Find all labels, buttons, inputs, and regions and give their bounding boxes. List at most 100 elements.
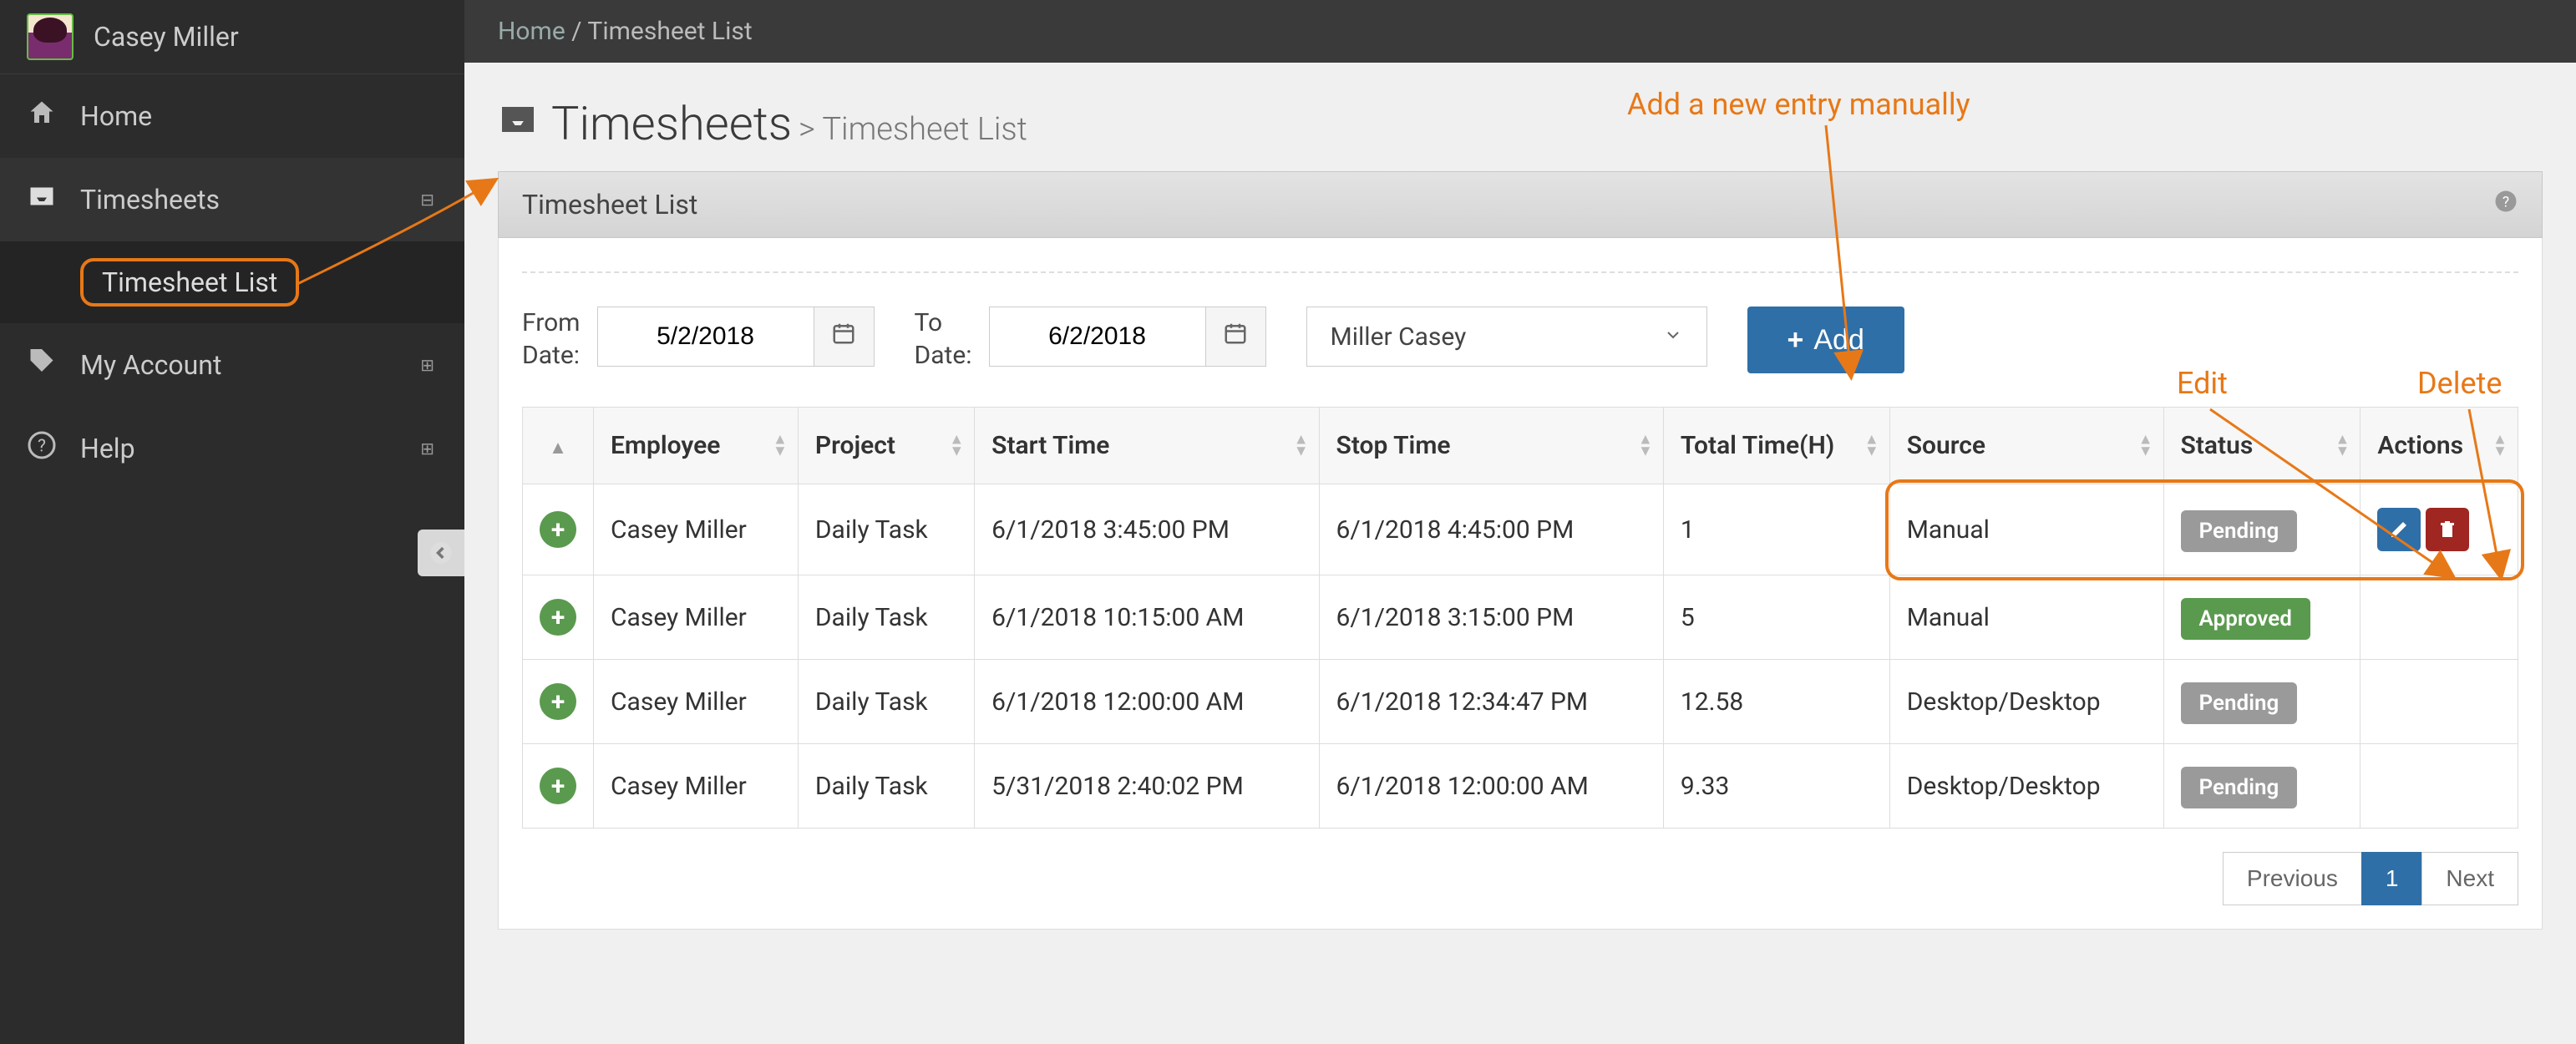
help-icon: ? <box>27 430 57 467</box>
sort-asc-icon: ▲ <box>549 438 567 459</box>
inbox-icon <box>498 96 538 151</box>
page-title-text: Timesheets <box>551 96 792 151</box>
home-icon <box>27 98 57 134</box>
status-badge: Pending <box>2181 682 2298 724</box>
cell-project: Daily Task <box>798 484 974 575</box>
column-header[interactable]: Source▲▼ <box>1889 408 2163 484</box>
panel-header: Timesheet List ? <box>498 171 2543 238</box>
cell-actions <box>2360 575 2518 660</box>
user-name: Casey Miller <box>94 21 239 53</box>
chevron-down-icon <box>1663 322 1683 352</box>
column-header[interactable]: Total Time(H)▲▼ <box>1663 408 1889 484</box>
cell-actions <box>2360 484 2518 575</box>
page-title: Timesheets > Timesheet List <box>464 63 2576 171</box>
sidebar-item-label: My Account <box>80 349 221 381</box>
expand-row-button[interactable]: + <box>540 683 576 720</box>
cell-employee: Casey Miller <box>594 660 799 744</box>
cell-total: 1 <box>1663 484 1889 575</box>
column-header[interactable]: Stop Time▲▼ <box>1319 408 1663 484</box>
table-row: +Casey MillerDaily Task6/1/2018 10:15:00… <box>523 575 2518 660</box>
cell-start: 6/1/2018 3:45:00 PM <box>975 484 1319 575</box>
pagination: Previous 1 Next <box>522 852 2518 905</box>
add-button[interactable]: + Add <box>1747 307 1904 373</box>
cell-source: Desktop/Desktop <box>1889 660 2163 744</box>
tag-icon <box>27 347 57 383</box>
pager-page-1[interactable]: 1 <box>2361 852 2423 905</box>
expand-icon: ⊞ <box>420 355 434 375</box>
cell-start: 5/31/2018 2:40:02 PM <box>975 744 1319 829</box>
sort-icon: ▲▼ <box>2138 433 2153 458</box>
from-date-picker-button[interactable] <box>814 307 875 367</box>
cell-status: Approved <box>2163 575 2360 660</box>
expand-row-button[interactable]: + <box>540 768 576 804</box>
sort-icon: ▲▼ <box>1864 433 1879 458</box>
sidebar-collapse-button[interactable] <box>418 530 464 576</box>
sidebar-item-home[interactable]: Home <box>0 74 464 158</box>
sort-icon: ▲▼ <box>949 433 964 458</box>
employee-select[interactable]: Miller Casey <box>1306 307 1707 367</box>
cell-source: Manual <box>1889 484 2163 575</box>
cell-total: 5 <box>1663 575 1889 660</box>
breadcrumb-home[interactable]: Home <box>498 17 565 46</box>
help-icon[interactable]: ? <box>2493 189 2518 220</box>
from-date-input[interactable] <box>597 307 814 367</box>
cell-project: Daily Task <box>798 744 974 829</box>
calendar-icon <box>1223 321 1248 352</box>
filter-controls: From Date: To Date: <box>522 307 2518 373</box>
cell-start: 6/1/2018 12:00:00 AM <box>975 660 1319 744</box>
sidebar-sub-timesheet-list[interactable]: Timesheet List <box>0 241 464 323</box>
status-badge: Pending <box>2181 510 2298 552</box>
sidebar-item-label: Home <box>80 100 152 132</box>
sort-icon: ▲▼ <box>2335 433 2350 458</box>
cell-total: 12.58 <box>1663 660 1889 744</box>
collapse-icon: ⊟ <box>420 190 434 210</box>
sort-icon: ▲▼ <box>773 433 788 458</box>
main: Home / Timesheet List Timesheets > Times… <box>464 0 2576 1044</box>
sidebar-item-label: Timesheets <box>80 184 220 215</box>
from-date-label: From Date: <box>522 307 581 372</box>
expand-icon: ⊞ <box>420 438 434 459</box>
column-header[interactable]: Employee▲▼ <box>594 408 799 484</box>
sidebar-item-timesheets[interactable]: Timesheets ⊟ <box>0 158 464 241</box>
add-button-label: Add <box>1813 324 1864 357</box>
sort-icon: ▲▼ <box>1638 433 1653 458</box>
cell-project: Daily Task <box>798 575 974 660</box>
breadcrumb: Home / Timesheet List <box>464 0 2576 63</box>
expand-row-button[interactable]: + <box>540 599 576 636</box>
pager-prev[interactable]: Previous <box>2223 852 2362 905</box>
avatar <box>27 13 74 60</box>
column-header[interactable]: Project▲▼ <box>798 408 974 484</box>
to-date-picker-button[interactable] <box>1206 307 1266 367</box>
cell-actions <box>2360 660 2518 744</box>
cell-project: Daily Task <box>798 660 974 744</box>
timesheet-table: ▲ Employee▲▼Project▲▼Start Time▲▼Stop Tim… <box>522 407 2518 829</box>
column-header[interactable]: Status▲▼ <box>2163 408 2360 484</box>
table-row: + Casey MillerDaily Task6/1/2018 12:00:00… <box>523 660 2518 744</box>
cell-stop: 6/1/2018 4:45:00 PM <box>1319 484 1663 575</box>
sidebar-item-my-account[interactable]: My Account ⊞ <box>0 323 464 407</box>
user-row: Casey Miller <box>0 0 464 74</box>
svg-text:?: ? <box>2502 194 2509 210</box>
to-date-input[interactable] <box>989 307 1206 367</box>
svg-text:?: ? <box>38 437 46 457</box>
column-header[interactable]: Start Time▲▼ <box>975 408 1319 484</box>
cell-status: Pending <box>2163 660 2360 744</box>
expand-row-button[interactable]: + <box>540 511 576 548</box>
edit-button[interactable] <box>2377 508 2421 551</box>
panel: Timesheet List ? From Date: <box>498 171 2543 930</box>
cell-stop: 6/1/2018 12:00:00 AM <box>1319 744 1663 829</box>
column-header[interactable]: ▲ <box>523 408 594 484</box>
panel-title: Timesheet List <box>522 189 697 220</box>
cell-source: Manual <box>1889 575 2163 660</box>
sidebar-item-label: Help <box>80 433 135 464</box>
pager-next[interactable]: Next <box>2421 852 2518 905</box>
cell-stop: 6/1/2018 12:34:47 PM <box>1319 660 1663 744</box>
sidebar-item-help[interactable]: ? Help ⊞ <box>0 407 464 490</box>
cell-status: Pending <box>2163 484 2360 575</box>
status-badge: Approved <box>2181 598 2310 640</box>
cell-start: 6/1/2018 10:15:00 AM <box>975 575 1319 660</box>
cell-status: Pending <box>2163 744 2360 829</box>
column-header[interactable]: Actions▲▼ <box>2360 408 2518 484</box>
delete-button[interactable] <box>2426 508 2469 551</box>
cell-actions <box>2360 744 2518 829</box>
